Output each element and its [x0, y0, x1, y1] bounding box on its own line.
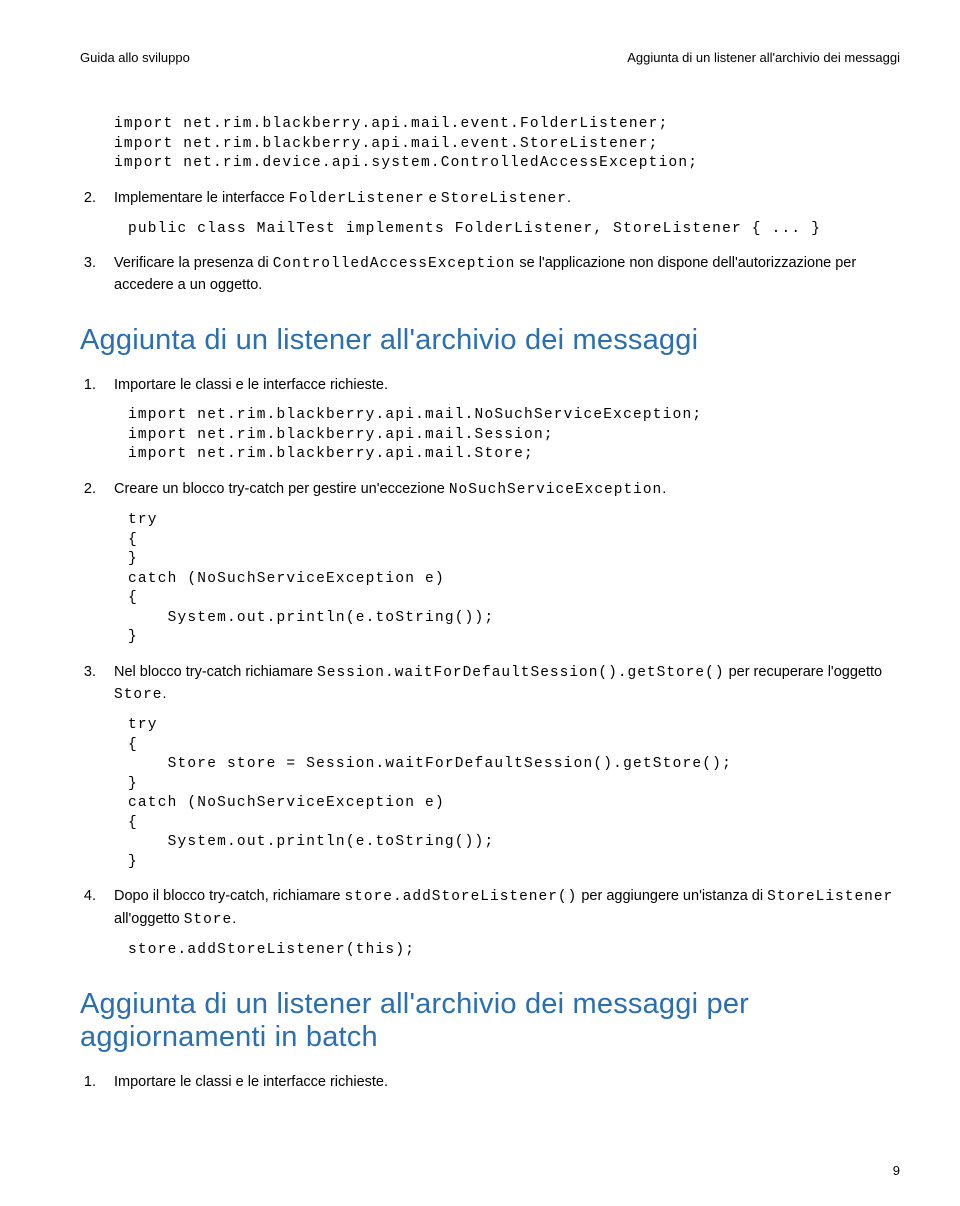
step2-3-text-c: per recuperare l'oggetto	[725, 664, 883, 680]
step2-3-text-e: .	[163, 686, 167, 702]
step2-3-text-a: Nel blocco try-catch richiamare	[114, 664, 317, 680]
code-inline-store: Store	[114, 687, 163, 703]
step2-2-text-a: Creare un blocco try-catch per gestire u…	[114, 481, 449, 497]
steps-list-3: Importare le classi e le interfacce rich…	[80, 1072, 900, 1093]
header-left: Guida allo sviluppo	[80, 50, 190, 65]
step2-4: Dopo il blocco try-catch, richiamare sto…	[100, 886, 900, 960]
step2-2: Creare un blocco try-catch per gestire u…	[100, 479, 900, 648]
step2-3: Nel blocco try-catch richiamare Session.…	[100, 662, 900, 873]
code-inline-waitfordefault: Session.waitForDefaultSession().getStore…	[317, 665, 724, 681]
step-2-text-e: .	[567, 190, 571, 206]
code-class-mailtest: public class MailTest implements FolderL…	[128, 220, 900, 240]
step3-1: Importare le classi e le interfacce rich…	[100, 1072, 900, 1093]
step-2-text-c: e	[425, 190, 441, 206]
step-3: Verificare la presenza di ControlledAcce…	[100, 253, 900, 296]
code-addstorelistener: store.addStoreListener(this);	[128, 941, 900, 961]
code-inline-store-2: Store	[184, 912, 233, 928]
code-trycatch-1: try { } catch (NoSuchServiceException e)…	[128, 511, 900, 648]
code-inline-nosuchserviceexception: NoSuchServiceException	[449, 482, 662, 498]
code-imports-top: import net.rim.blackberry.api.mail.event…	[114, 115, 900, 174]
step2-4-text-g: .	[232, 911, 236, 927]
code-trycatch-2: try { Store store = Session.waitForDefau…	[128, 716, 900, 873]
step2-4-text-a: Dopo il blocco try-catch, richiamare	[114, 888, 344, 904]
step2-2-text-c: .	[662, 481, 666, 497]
code-inline-storelistener-2: StoreListener	[767, 889, 893, 905]
code-inline-storelistener: StoreListener	[441, 191, 567, 207]
page-container: Guida allo sviluppo Aggiunta di un liste…	[0, 0, 960, 1206]
step-2-text-a: Implementare le interfacce	[114, 190, 289, 206]
step2-1: Importare le classi e le interfacce rich…	[100, 375, 900, 465]
code-inline-folderlistener: FolderListener	[289, 191, 425, 207]
step2-4-text-c: per aggiungere un'istanza di	[577, 888, 767, 904]
step2-4-text-e: all'oggetto	[114, 911, 184, 927]
page-number: 9	[893, 1163, 900, 1178]
heading-aggiunta-listener: Aggiunta di un listener all'archivio dei…	[80, 324, 900, 357]
steps-list-1: Implementare le interfacce FolderListene…	[80, 188, 900, 297]
step-3-text-a: Verificare la presenza di	[114, 255, 273, 271]
heading-aggiunta-listener-batch: Aggiunta di un listener all'archivio dei…	[80, 988, 900, 1054]
code-inline-controlledaccessexception: ControlledAccessException	[273, 256, 516, 272]
step-2: Implementare le interfacce FolderListene…	[100, 188, 900, 240]
code-imports-2: import net.rim.blackberry.api.mail.NoSuc…	[128, 406, 900, 465]
page-header: Guida allo sviluppo Aggiunta di un liste…	[80, 50, 900, 65]
steps-list-2: Importare le classi e le interfacce rich…	[80, 375, 900, 960]
code-inline-addstorelistener: store.addStoreListener()	[344, 889, 577, 905]
step2-1-text: Importare le classi e le interfacce rich…	[114, 375, 900, 396]
step3-1-text: Importare le classi e le interfacce rich…	[114, 1072, 900, 1093]
header-right: Aggiunta di un listener all'archivio dei…	[627, 50, 900, 65]
